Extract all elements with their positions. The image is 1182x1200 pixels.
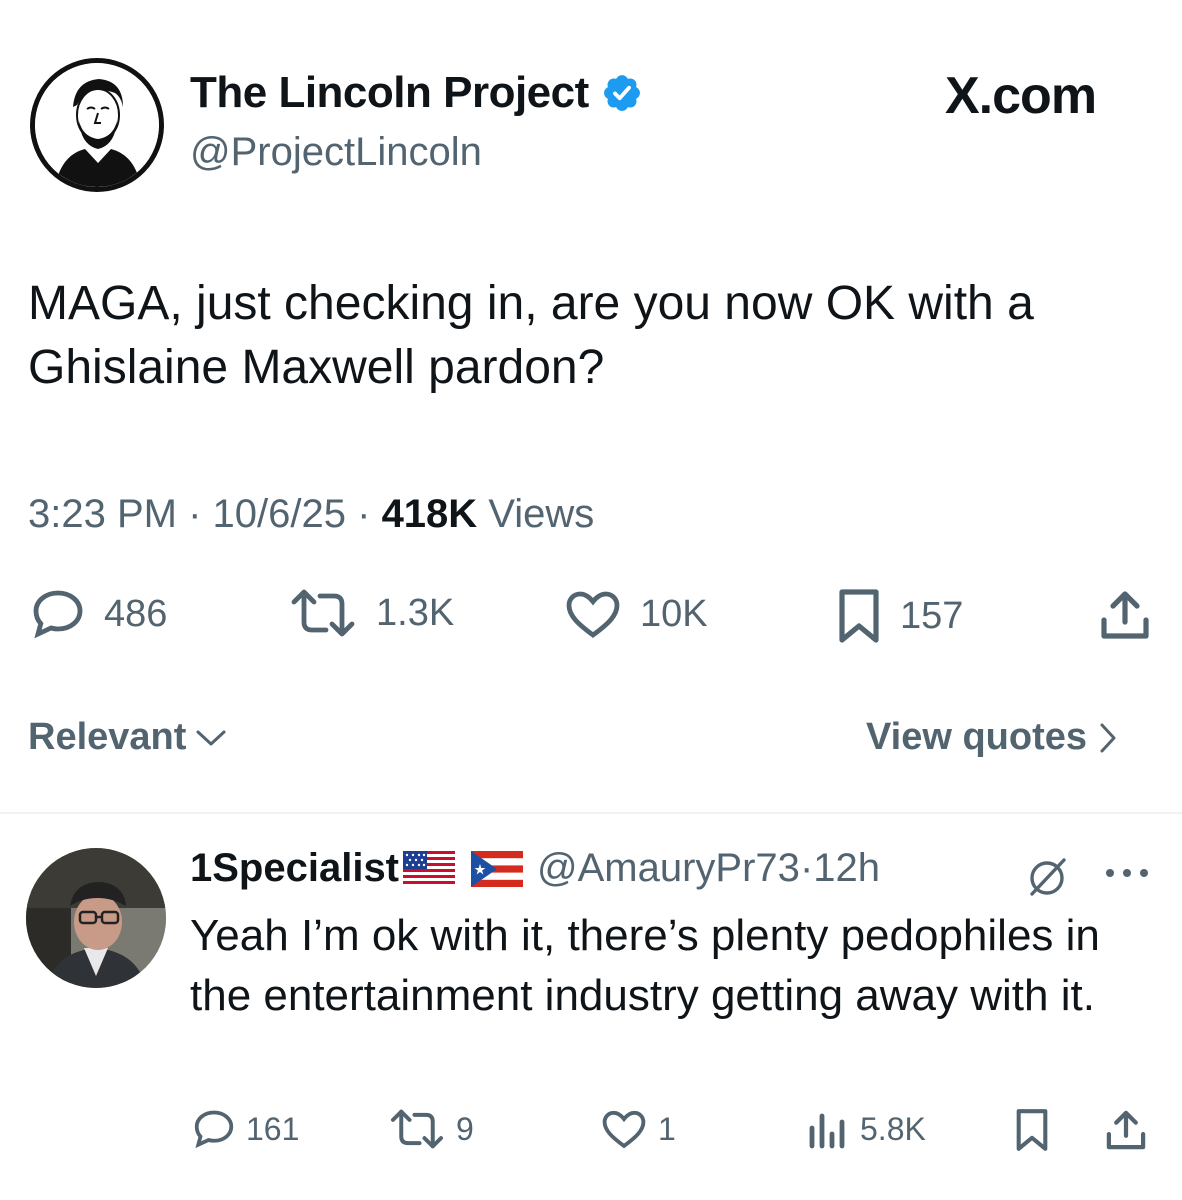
divider	[0, 812, 1182, 814]
reply-separator: ·	[799, 846, 814, 890]
like-count: 10K	[640, 592, 708, 635]
author-name[interactable]: The Lincoln Project	[190, 68, 643, 118]
reply-author-name[interactable]: 1Specialist	[190, 846, 399, 891]
views-count: 418K	[381, 492, 478, 536]
tweet-date[interactable]: 10/6/25	[213, 492, 346, 536]
reply-repost-count: 9	[456, 1110, 474, 1147]
repost-button[interactable]: 1.3K	[288, 588, 454, 638]
meta-separator: ·	[357, 492, 382, 536]
view-quotes-label: View quotes	[866, 716, 1088, 758]
reply-avatar[interactable]	[26, 848, 166, 988]
reply-icon	[33, 590, 83, 639]
repost-icon	[390, 1109, 444, 1149]
site-label: X.com	[945, 67, 1097, 125]
view-quotes-link[interactable]: View quotes	[866, 716, 1117, 759]
reply-actions: 161 9 1 5.8K	[0, 1108, 1182, 1158]
sort-dropdown[interactable]: Relevant	[28, 716, 228, 759]
chevron-right-icon	[1100, 723, 1116, 752]
reply-views-button[interactable]: 5.8K	[806, 1108, 926, 1150]
reply-count: 486	[104, 592, 168, 635]
meta-separator: ·	[188, 492, 213, 536]
heart-icon	[566, 591, 620, 638]
sort-label: Relevant	[28, 716, 187, 758]
author-handle[interactable]: @ProjectLincoln	[190, 130, 482, 175]
reply-share-button[interactable]	[1104, 1108, 1148, 1152]
views-label: Views	[488, 492, 595, 536]
like-button[interactable]: 10K	[564, 588, 708, 640]
tweet-time[interactable]: 3:23 PM	[28, 492, 177, 536]
repost-count: 1.3K	[376, 591, 455, 634]
bookmark-icon	[839, 589, 879, 643]
reply-repost-button[interactable]: 9	[388, 1108, 474, 1150]
reply-reply-count: 161	[246, 1110, 300, 1147]
repost-icon	[291, 589, 355, 637]
author-name-text[interactable]: The Lincoln Project	[190, 68, 589, 118]
chevron-down-icon	[196, 730, 226, 745]
puerto-rico-flag-icon	[471, 850, 524, 887]
tweet-actions: 486 1.3K 10K 157	[0, 588, 1182, 648]
reply-button[interactable]: 486	[30, 588, 167, 640]
reply-views-count: 5.8K	[860, 1110, 926, 1147]
reply-bookmark-button[interactable]	[1014, 1108, 1050, 1152]
views-chart-icon	[809, 1113, 845, 1149]
share-button[interactable]	[1098, 588, 1152, 642]
tweet-meta: 3:23 PM · 10/6/25 · 418K Views	[28, 492, 594, 537]
verified-badge-icon	[603, 75, 640, 111]
reply-time[interactable]: 12h	[813, 846, 880, 891]
us-flag-icon	[403, 850, 456, 887]
reply-icon	[194, 1110, 234, 1149]
reply-reply-button[interactable]: 161	[192, 1108, 299, 1150]
grok-icon[interactable]	[1022, 852, 1072, 902]
share-icon	[1106, 1110, 1146, 1150]
tweet-text: MAGA, just checking in, are you now OK w…	[28, 277, 1034, 394]
reply-text: Yeah I’m ok with it, there’s plenty pedo…	[190, 911, 1100, 1020]
bookmark-icon	[1016, 1109, 1048, 1151]
share-icon	[1101, 591, 1149, 639]
reply-like-count: 1	[658, 1110, 676, 1147]
reply-header: 1Specialist @AmauryPr73 · 12h	[190, 846, 880, 891]
bookmark-button[interactable]: 157	[836, 588, 963, 644]
reply-like-button[interactable]: 1	[600, 1108, 676, 1150]
bookmark-count: 157	[900, 594, 964, 637]
more-options-icon[interactable]	[1104, 866, 1150, 880]
heart-icon	[602, 1110, 646, 1149]
author-avatar[interactable]	[30, 58, 164, 192]
reply-author-handle[interactable]: @AmauryPr73	[537, 846, 800, 891]
